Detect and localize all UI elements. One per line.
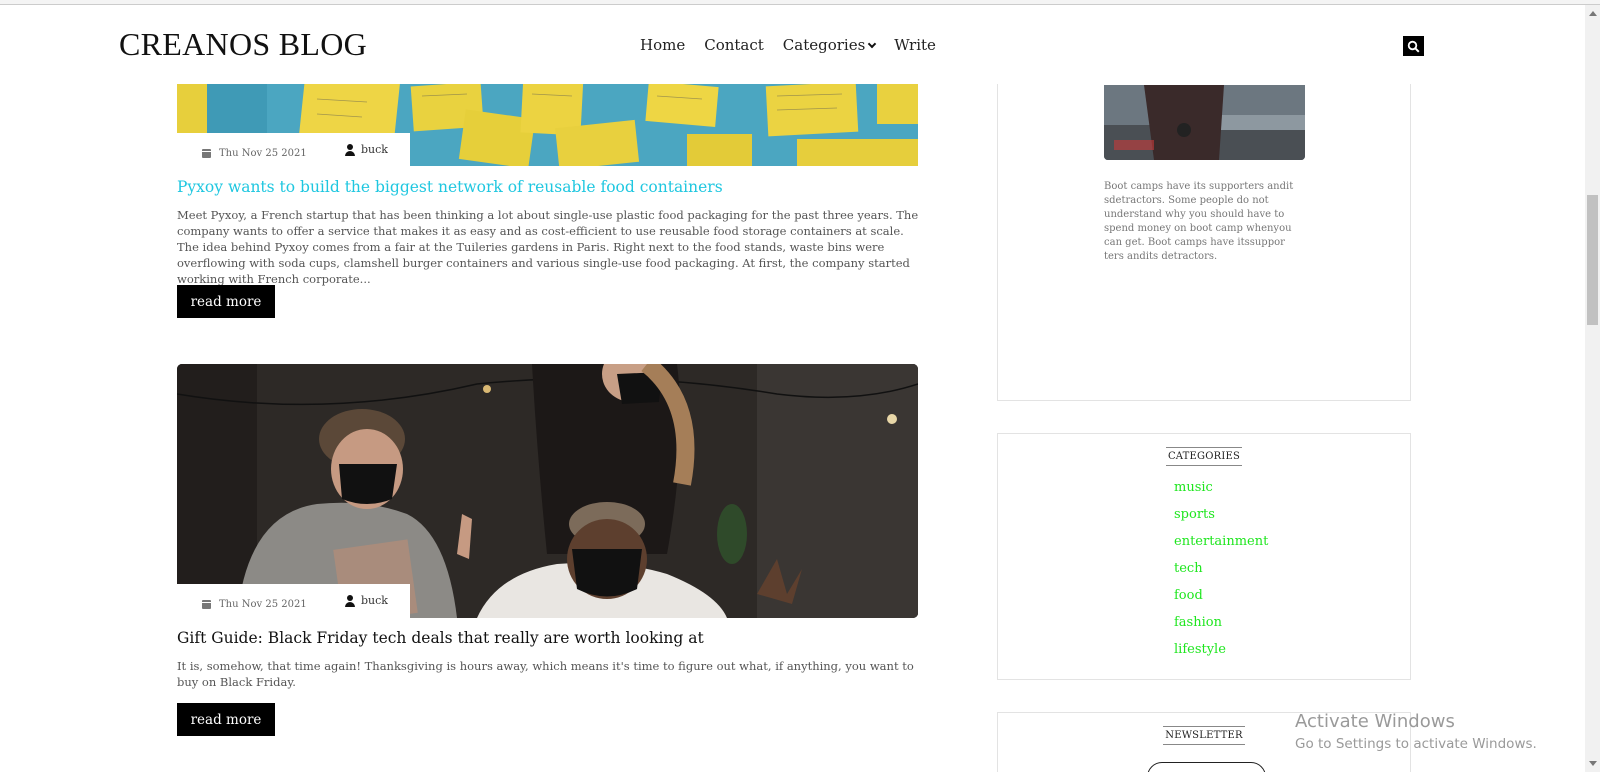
post-meta: Thu Nov 25 2021 buck bbox=[177, 584, 410, 618]
category-link-sports[interactable]: sports bbox=[1174, 507, 1268, 534]
user-icon bbox=[345, 594, 355, 607]
post-date-text: Thu Nov 25 2021 bbox=[219, 148, 307, 159]
categories-widget: CATEGORIES music sports entertainment te… bbox=[997, 433, 1411, 680]
post-author[interactable]: buck bbox=[345, 594, 388, 607]
nav-contact[interactable]: Contact bbox=[704, 36, 764, 54]
categories-list: music sports entertainment tech food fas… bbox=[1174, 480, 1268, 669]
about-widget: Boot camps have its supporters andit sde… bbox=[997, 60, 1411, 401]
search-button[interactable] bbox=[1403, 36, 1424, 56]
calendar-icon bbox=[202, 600, 211, 609]
browser-top-edge bbox=[0, 0, 1600, 5]
post-image-masked-people[interactable] bbox=[177, 364, 918, 618]
post-date-text: Thu Nov 25 2021 bbox=[219, 599, 307, 610]
site-header: CREANOS BLOG Home Contact Categories Wri… bbox=[0, 6, 1585, 84]
chevron-down-icon bbox=[868, 39, 877, 49]
post-date: Thu Nov 25 2021 bbox=[202, 148, 307, 159]
post-excerpt: Meet Pyxoy, a French startup that has be… bbox=[177, 208, 919, 286]
category-link-tech[interactable]: tech bbox=[1174, 561, 1268, 588]
scroll-down-arrow-icon[interactable] bbox=[1589, 761, 1597, 766]
post-author-text: buck bbox=[361, 143, 388, 156]
post-title[interactable]: Gift Guide: Black Friday tech deals that… bbox=[177, 629, 704, 647]
post-title[interactable]: Pyxoy wants to build the biggest network… bbox=[177, 178, 723, 196]
user-icon bbox=[345, 143, 355, 156]
categories-title: CATEGORIES bbox=[998, 444, 1410, 466]
scroll-thumb[interactable] bbox=[1587, 195, 1598, 325]
main-nav: Home Contact Categories Write bbox=[640, 36, 936, 54]
masked-people-photo bbox=[177, 364, 918, 618]
post-date: Thu Nov 25 2021 bbox=[202, 599, 307, 610]
scroll-up-arrow-icon[interactable] bbox=[1589, 11, 1597, 16]
search-icon bbox=[1407, 40, 1420, 53]
nav-home[interactable]: Home bbox=[640, 36, 685, 54]
category-link-lifestyle[interactable]: lifestyle bbox=[1174, 642, 1268, 669]
site-logo[interactable]: CREANOS BLOG bbox=[119, 26, 367, 63]
read-more-button[interactable]: read more bbox=[177, 285, 275, 318]
category-link-food[interactable]: food bbox=[1174, 588, 1268, 615]
windows-activation-watermark: Activate Windows Go to Settings to activ… bbox=[1295, 711, 1537, 752]
nav-write[interactable]: Write bbox=[894, 36, 936, 54]
watermark-subtitle: Go to Settings to activate Windows. bbox=[1295, 736, 1537, 752]
category-link-music[interactable]: music bbox=[1174, 480, 1268, 507]
post-excerpt: It is, somehow, that time again! Thanksg… bbox=[177, 659, 914, 689]
post-author-text: buck bbox=[361, 594, 388, 607]
post-meta: Thu Nov 25 2021 buck bbox=[177, 133, 410, 167]
about-text: Boot camps have its supporters andit sde… bbox=[1104, 181, 1294, 262]
post-author[interactable]: buck bbox=[345, 143, 388, 156]
page-scrollbar[interactable] bbox=[1585, 5, 1600, 772]
nav-categories-label: Categories bbox=[782, 36, 866, 54]
watermark-title: Activate Windows bbox=[1295, 711, 1455, 732]
newsletter-title-text: NEWSLETTER bbox=[1163, 726, 1245, 745]
categories-title-text: CATEGORIES bbox=[1165, 447, 1243, 466]
category-link-entertainment[interactable]: entertainment bbox=[1174, 534, 1268, 561]
read-more-button[interactable]: read more bbox=[177, 703, 275, 736]
category-link-fashion[interactable]: fashion bbox=[1174, 615, 1268, 642]
calendar-icon bbox=[202, 149, 211, 158]
newsletter-email-input[interactable] bbox=[1147, 762, 1266, 772]
about-image bbox=[1104, 85, 1305, 160]
about-photo bbox=[1104, 85, 1305, 160]
nav-categories[interactable]: Categories bbox=[782, 36, 877, 54]
